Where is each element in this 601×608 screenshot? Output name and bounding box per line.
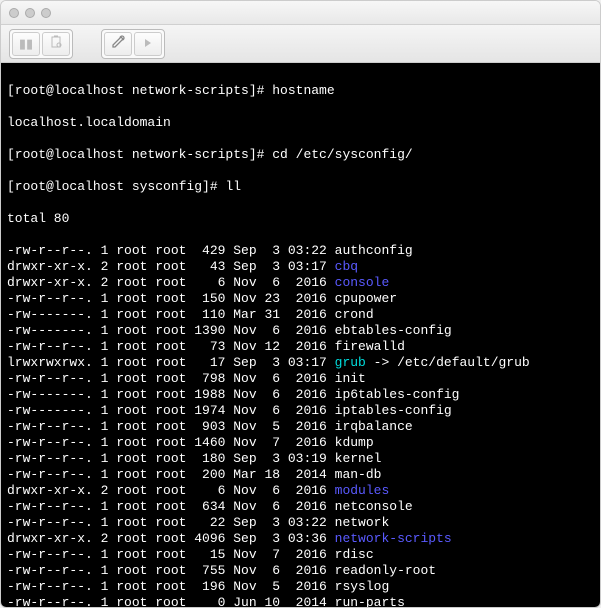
pause-icon: ▮▮ xyxy=(19,36,33,52)
file-meta: -rw-r--r--. 1 root root 634 Nov 6 2016 xyxy=(7,499,335,514)
file-name: grub xyxy=(335,355,366,370)
list-item: -rw-r--r--. 1 root root 755 Nov 6 2016 r… xyxy=(7,563,594,579)
file-meta: -rw-r--r--. 1 root root 903 Nov 5 2016 xyxy=(7,419,335,434)
file-name: kdump xyxy=(335,435,374,450)
file-meta: drwxr-xr-x. 2 root root 4096 Sep 3 03:36 xyxy=(7,531,335,546)
list-item: -rw-r--r--. 1 root root 73 Nov 12 2016 f… xyxy=(7,339,594,355)
file-meta: lrwxrwxrwx. 1 root root 17 Sep 3 03:17 xyxy=(7,355,335,370)
file-name: init xyxy=(335,371,366,386)
file-meta: drwxr-xr-x. 2 root root 6 Nov 6 2016 xyxy=(7,483,335,498)
file-listing: -rw-r--r--. 1 root root 429 Sep 3 03:22 … xyxy=(7,243,594,607)
file-name: firewalld xyxy=(335,339,405,354)
file-name: ip6tables-config xyxy=(335,387,460,402)
file-name: man-db xyxy=(335,467,382,482)
terminal-window: ▮▮ [root@localhost network-scripts]# xyxy=(0,0,601,608)
prompt: [root@localhost network-scripts]# xyxy=(7,147,272,162)
file-meta: -rw-------. 1 root root 1988 Nov 6 2016 xyxy=(7,387,335,402)
list-item: -rw-r--r--. 1 root root 22 Sep 3 03:22 n… xyxy=(7,515,594,531)
list-item: -rw-r--r--. 1 root root 180 Sep 3 03:19 … xyxy=(7,451,594,467)
pause-button[interactable]: ▮▮ xyxy=(12,32,40,56)
list-item: -rw-r--r--. 1 root root 634 Nov 6 2016 n… xyxy=(7,499,594,515)
list-item: -rw-r--r--. 1 root root 15 Nov 7 2016 rd… xyxy=(7,547,594,563)
total-line: total 80 xyxy=(7,211,594,227)
file-name: readonly-root xyxy=(335,563,436,578)
file-name: network-scripts xyxy=(335,531,452,546)
list-item: -rw-------. 1 root root 1988 Nov 6 2016 … xyxy=(7,387,594,403)
list-item: -rw-r--r--. 1 root root 1460 Nov 7 2016 … xyxy=(7,435,594,451)
tool-group-left: ▮▮ xyxy=(9,29,73,59)
toolbar: ▮▮ xyxy=(1,25,600,63)
file-name: crond xyxy=(335,307,374,322)
play-button[interactable] xyxy=(134,32,162,56)
hostname-output: localhost.localdomain xyxy=(7,115,594,131)
maximize-icon[interactable] xyxy=(41,8,51,18)
play-icon xyxy=(143,36,153,51)
list-item: -rw-------. 1 root root 110 Mar 31 2016 … xyxy=(7,307,594,323)
prompt: [root@localhost network-scripts]# xyxy=(7,83,272,98)
file-meta: -rw-r--r--. 1 root root 200 Mar 18 2014 xyxy=(7,467,335,482)
file-meta: -rw-------. 1 root root 110 Mar 31 2016 xyxy=(7,307,335,322)
file-meta: drwxr-xr-x. 2 root root 6 Nov 6 2016 xyxy=(7,275,335,290)
window-controls xyxy=(9,8,51,18)
close-icon[interactable] xyxy=(9,8,19,18)
file-meta: -rw-r--r--. 1 root root 180 Sep 3 03:19 xyxy=(7,451,335,466)
wrench-icon xyxy=(111,35,125,52)
symlink-target: -> /etc/default/grub xyxy=(366,355,530,370)
file-name: network xyxy=(335,515,390,530)
file-name: modules xyxy=(335,483,390,498)
clipboard-icon xyxy=(49,35,63,52)
command: hostname xyxy=(272,83,334,98)
file-meta: -rw-r--r--. 1 root root 22 Sep 3 03:22 xyxy=(7,515,335,530)
file-meta: -rw-r--r--. 1 root root 196 Nov 5 2016 xyxy=(7,579,335,594)
list-item: -rw-r--r--. 1 root root 798 Nov 6 2016 i… xyxy=(7,371,594,387)
tool-group-right xyxy=(101,29,165,59)
list-item: drwxr-xr-x. 2 root root 6 Nov 6 2016 mod… xyxy=(7,483,594,499)
file-meta: -rw-r--r--. 1 root root 0 Jun 10 2014 xyxy=(7,595,335,607)
list-item: lrwxrwxrwx. 1 root root 17 Sep 3 03:17 g… xyxy=(7,355,594,371)
command: cd /etc/sysconfig/ xyxy=(272,147,412,162)
file-name: authconfig xyxy=(335,243,413,258)
file-name: ebtables-config xyxy=(335,323,452,338)
file-meta: -rw-r--r--. 1 root root 798 Nov 6 2016 xyxy=(7,371,335,386)
list-item: -rw-r--r--. 1 root root 196 Nov 5 2016 r… xyxy=(7,579,594,595)
command: ll xyxy=(225,179,241,194)
prompt: [root@localhost sysconfig]# xyxy=(7,179,225,194)
list-item: -rw-r--r--. 1 root root 150 Nov 23 2016 … xyxy=(7,291,594,307)
file-name: rsyslog xyxy=(335,579,390,594)
file-name: run-parts xyxy=(335,595,405,607)
file-meta: -rw-r--r--. 1 root root 73 Nov 12 2016 xyxy=(7,339,335,354)
terminal-output[interactable]: [root@localhost network-scripts]# hostna… xyxy=(1,63,600,607)
file-name: cbq xyxy=(335,259,358,274)
file-meta: -rw-------. 1 root root 1974 Nov 6 2016 xyxy=(7,403,335,418)
file-meta: -rw-r--r--. 1 root root 150 Nov 23 2016 xyxy=(7,291,335,306)
list-item: drwxr-xr-x. 2 root root 4096 Sep 3 03:36… xyxy=(7,531,594,547)
file-meta: -rw-r--r--. 1 root root 755 Nov 6 2016 xyxy=(7,563,335,578)
list-item: -rw-r--r--. 1 root root 429 Sep 3 03:22 … xyxy=(7,243,594,259)
file-name: irqbalance xyxy=(335,419,413,434)
minimize-icon[interactable] xyxy=(25,8,35,18)
file-meta: -rw-------. 1 root root 1390 Nov 6 2016 xyxy=(7,323,335,338)
clipboard-button[interactable] xyxy=(42,32,70,56)
file-meta: -rw-r--r--. 1 root root 429 Sep 3 03:22 xyxy=(7,243,335,258)
file-name: rdisc xyxy=(335,547,374,562)
file-meta: drwxr-xr-x. 2 root root 43 Sep 3 03:17 xyxy=(7,259,335,274)
list-item: -rw-r--r--. 1 root root 0 Jun 10 2014 ru… xyxy=(7,595,594,607)
file-name: cpupower xyxy=(335,291,397,306)
list-item: drwxr-xr-x. 2 root root 6 Nov 6 2016 con… xyxy=(7,275,594,291)
file-meta: -rw-r--r--. 1 root root 1460 Nov 7 2016 xyxy=(7,435,335,450)
list-item: -rw-------. 1 root root 1390 Nov 6 2016 … xyxy=(7,323,594,339)
file-meta: -rw-r--r--. 1 root root 15 Nov 7 2016 xyxy=(7,547,335,562)
list-item: -rw-------. 1 root root 1974 Nov 6 2016 … xyxy=(7,403,594,419)
file-name: kernel xyxy=(335,451,382,466)
file-name: netconsole xyxy=(335,499,413,514)
titlebar xyxy=(1,1,600,25)
settings-button[interactable] xyxy=(104,32,132,56)
file-name: console xyxy=(335,275,390,290)
list-item: -rw-r--r--. 1 root root 200 Mar 18 2014 … xyxy=(7,467,594,483)
list-item: -rw-r--r--. 1 root root 903 Nov 5 2016 i… xyxy=(7,419,594,435)
file-name: iptables-config xyxy=(335,403,452,418)
list-item: drwxr-xr-x. 2 root root 43 Sep 3 03:17 c… xyxy=(7,259,594,275)
